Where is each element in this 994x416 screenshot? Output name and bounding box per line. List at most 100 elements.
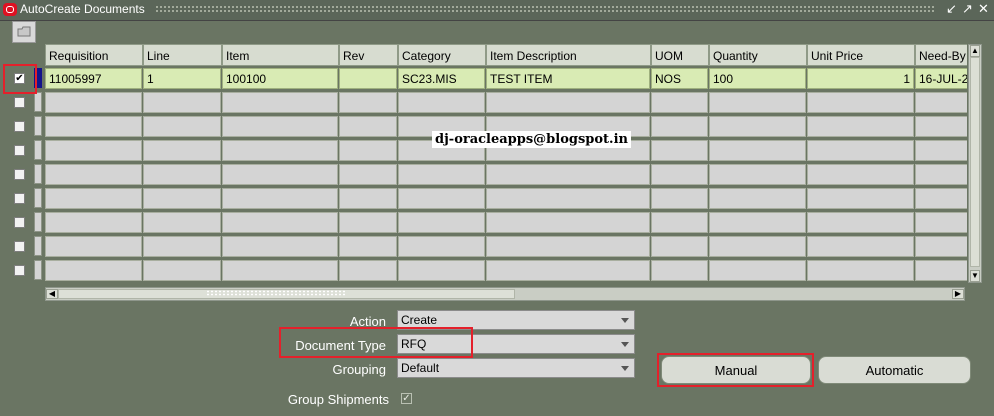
grid-cell[interactable]: SC23.MIS xyxy=(398,68,485,89)
grid-cell[interactable] xyxy=(915,212,967,233)
row-select-checkbox[interactable] xyxy=(14,265,25,276)
row-select-checkbox[interactable] xyxy=(14,97,25,108)
grid-cell[interactable] xyxy=(486,188,650,209)
grid-cell[interactable] xyxy=(651,236,708,257)
grid-cell[interactable] xyxy=(709,164,806,185)
grid-cell[interactable] xyxy=(339,116,397,137)
grid-cell[interactable] xyxy=(45,188,142,209)
column-header-item[interactable]: Item xyxy=(222,44,339,66)
grid-cell[interactable] xyxy=(45,92,142,113)
grid-cell[interactable] xyxy=(651,260,708,281)
grid-cell[interactable] xyxy=(45,140,142,161)
minimize-icon[interactable]: ↙ xyxy=(946,2,957,16)
grid-cell[interactable] xyxy=(398,236,485,257)
grid-cell[interactable] xyxy=(807,140,914,161)
grid-cell[interactable] xyxy=(398,188,485,209)
grid-cell[interactable] xyxy=(222,188,338,209)
grid-cell[interactable] xyxy=(339,260,397,281)
grid-cell[interactable] xyxy=(915,260,967,281)
row-select-checkbox[interactable] xyxy=(14,145,25,156)
row-selector[interactable] xyxy=(34,116,42,136)
grid-cell[interactable] xyxy=(339,212,397,233)
grid-cell[interactable] xyxy=(143,92,221,113)
row-selector[interactable] xyxy=(34,236,42,256)
grid-cell[interactable] xyxy=(651,92,708,113)
grid-cell[interactable] xyxy=(45,212,142,233)
grid-cell[interactable] xyxy=(486,212,650,233)
grid-cell[interactable] xyxy=(915,236,967,257)
grid-cell[interactable] xyxy=(486,164,650,185)
grid-cell[interactable]: NOS xyxy=(651,68,708,89)
grid-cell[interactable]: 100 xyxy=(709,68,806,89)
grid-cell[interactable] xyxy=(222,92,338,113)
grid-cell[interactable] xyxy=(339,68,397,89)
automatic-button[interactable]: Automatic xyxy=(818,356,971,384)
grid-cell[interactable] xyxy=(143,188,221,209)
group-shipments-checkbox[interactable]: ✓ xyxy=(401,393,412,404)
scroll-left-icon[interactable]: ◀ xyxy=(46,289,58,299)
grid-cell[interactable] xyxy=(222,236,338,257)
grid-cell[interactable] xyxy=(709,260,806,281)
column-header-item-description[interactable]: Item Description xyxy=(486,44,651,66)
grid-cell[interactable] xyxy=(339,164,397,185)
row-selector[interactable] xyxy=(34,92,42,112)
grid-cell[interactable] xyxy=(222,164,338,185)
grid-cell[interactable] xyxy=(709,236,806,257)
grid-cell[interactable] xyxy=(915,140,967,161)
grid-cell[interactable] xyxy=(45,260,142,281)
column-header-quantity[interactable]: Quantity xyxy=(709,44,807,66)
grid-cell[interactable] xyxy=(486,92,650,113)
grid-cell[interactable] xyxy=(709,116,806,137)
grid-cell[interactable] xyxy=(398,260,485,281)
close-icon[interactable]: ✕ xyxy=(978,2,989,16)
grid-cell[interactable] xyxy=(143,212,221,233)
row-select-checkbox[interactable] xyxy=(14,241,25,252)
scroll-down-icon[interactable]: ▼ xyxy=(970,270,980,282)
chevron-down-icon[interactable] xyxy=(617,336,633,352)
chevron-down-icon[interactable] xyxy=(617,360,633,376)
grid-cell[interactable] xyxy=(807,236,914,257)
grid-cell[interactable] xyxy=(807,164,914,185)
grid-cell[interactable]: 100100 xyxy=(222,68,338,89)
grid-cell[interactable] xyxy=(143,164,221,185)
grid-cell[interactable] xyxy=(486,260,650,281)
grid-cell[interactable] xyxy=(915,164,967,185)
grid-cell[interactable]: TEST ITEM xyxy=(486,68,650,89)
grid-cell[interactable] xyxy=(222,260,338,281)
grid-cell[interactable] xyxy=(709,212,806,233)
grid-cell[interactable] xyxy=(651,164,708,185)
grid-cell[interactable] xyxy=(143,116,221,137)
column-header-unit-price[interactable]: Unit Price xyxy=(807,44,915,66)
grid-cell[interactable] xyxy=(222,140,338,161)
row-select-checkbox[interactable] xyxy=(14,121,25,132)
grid-cell[interactable] xyxy=(807,116,914,137)
grid-cell[interactable] xyxy=(222,116,338,137)
grid-cell[interactable] xyxy=(651,188,708,209)
row-selector[interactable] xyxy=(34,212,42,232)
row-select-checkbox[interactable] xyxy=(14,193,25,204)
row-selector[interactable] xyxy=(34,188,42,208)
grid-cell[interactable] xyxy=(486,236,650,257)
grid-cell[interactable] xyxy=(915,92,967,113)
grid-cell[interactable] xyxy=(651,212,708,233)
grid-cell[interactable] xyxy=(339,140,397,161)
column-header-uom[interactable]: UOM xyxy=(651,44,709,66)
grid-cell[interactable] xyxy=(709,188,806,209)
grid-cell[interactable] xyxy=(45,236,142,257)
grid-cell[interactable] xyxy=(143,260,221,281)
grid-cell[interactable]: 1 xyxy=(807,68,914,89)
scroll-up-icon[interactable]: ▲ xyxy=(970,45,980,57)
grid-cell[interactable] xyxy=(398,212,485,233)
row-selector[interactable] xyxy=(34,260,42,280)
grid-cell[interactable] xyxy=(222,212,338,233)
horizontal-scrollbar[interactable]: ◀ ▶ xyxy=(45,287,965,301)
grid-cell[interactable] xyxy=(807,212,914,233)
grid-cell[interactable] xyxy=(45,116,142,137)
grid-cell[interactable] xyxy=(143,140,221,161)
scroll-right-icon[interactable]: ▶ xyxy=(952,289,964,299)
row-select-checkbox[interactable] xyxy=(14,169,25,180)
maximize-icon[interactable]: ↗ xyxy=(962,2,973,16)
grid-cell[interactable] xyxy=(339,92,397,113)
vertical-scrollbar[interactable]: ▲ ▼ xyxy=(968,44,982,283)
column-header-requisition[interactable]: Requisition xyxy=(45,44,143,66)
